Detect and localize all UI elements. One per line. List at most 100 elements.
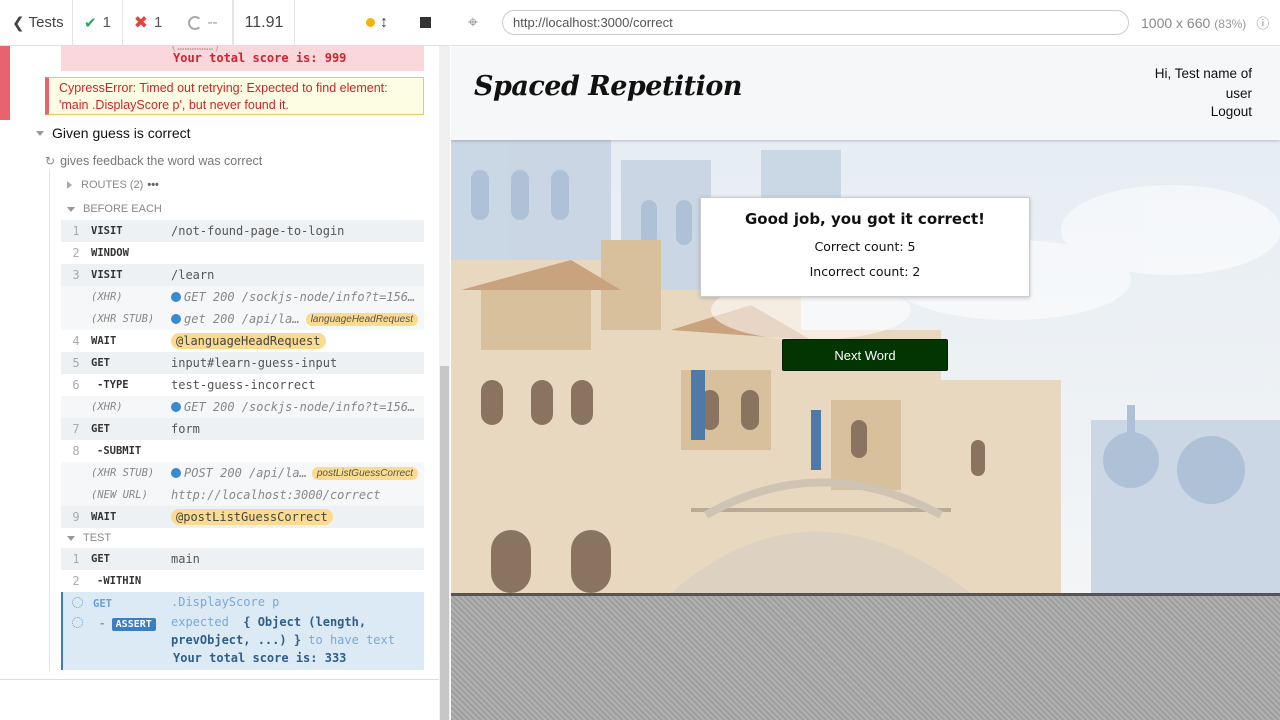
tests-label: Tests [28,14,64,31]
failed-number: 1 [153,14,163,31]
viewport-size: 1000 x 660 [1141,14,1211,31]
routes-toggle[interactable]: ROUTES (2) ••• [67,179,159,191]
command-row[interactable]: 1 GET main [61,548,424,570]
command-number: 1 [72,224,80,238]
command-row[interactable]: (NEW URL) http://localhost:3000/correct [61,484,424,506]
command-row[interactable]: 3 VISIT/learn [61,264,424,286]
cypress-error-box[interactable]: CypressError: Timed out retrying: Expect… [45,77,424,115]
command-row[interactable]: 2 -WITHIN [61,570,424,592]
logout-link[interactable]: Logout [1211,104,1252,119]
feedback-card: Good job, you got it correct! Correct co… [700,197,1030,297]
command-name: (XHR STUB) [91,313,155,325]
pending-spinner-icon [72,597,83,608]
command-row[interactable]: (XHR) GET 200 /sockjs-node/info?t=156… [61,396,424,418]
reporter-divider [0,679,439,680]
before-each-commands: 1 VISIT/not-found-page-to-login 2 WINDOW 3 VI… [61,220,424,528]
command-row[interactable]: 7 GET form [61,418,424,440]
command-message: GET 200 /sockjs-node/info?t=156… [171,400,424,414]
auto-scroll-toggle-icon[interactable]: ↕ [380,14,388,32]
run-controls: ↕ [295,0,449,46]
command-message-text: form [171,422,200,436]
route-alias-badge: languageHeadRequest [305,312,418,326]
expand-caret-icon [67,181,72,189]
command-message-text: /not-found-page-to-login [171,224,345,238]
command-message: GET 200 /sockjs-node/info?t=156… [171,290,424,304]
suite-title: Given guess is correct [52,125,191,141]
command-name: (XHR) [91,291,123,303]
alias-pill: @postListGuessCorrect [171,509,333,525]
assert-to-have-text: to have text [308,633,395,647]
command-message: test-guess-incorrect [171,378,424,392]
pending-ring-icon [187,15,202,30]
url-bar[interactable]: http://localhost:3000/correct [502,10,1129,35]
next-word-button[interactable]: Next Word [782,339,948,371]
command-row[interactable]: 1 VISIT/not-found-page-to-login [61,220,424,242]
info-icon[interactable]: ⓘ [1256,13,1269,32]
command-message: /learn [171,268,424,282]
command-name: (XHR) [91,401,123,413]
command-name: VISIT [91,269,123,281]
auto-scroll-dot-icon[interactable] [366,18,375,27]
command-row[interactable]: 8 -SUBMIT [61,440,424,462]
command-message-text: GET 200 /sockjs-node/info?t=156… [184,290,416,304]
viewport-overflow-area [451,593,1280,720]
xhr-status-dot-icon [171,314,181,324]
command-name: GET [91,423,110,435]
route-alias-badge: postListGuessCorrect [311,466,418,480]
command-row[interactable]: (XHR) GET 200 /sockjs-node/info?t=156… [61,286,424,308]
command-name: -TYPE [97,379,129,391]
feedback-title: Good job, you got it correct! [744,210,985,228]
before-each-hook-toggle[interactable]: BEFORE EACH [67,203,162,215]
failed-count: ✖ 1 [123,0,173,46]
x-icon: ✖ [133,12,148,32]
stop-button[interactable] [420,17,431,28]
command-row[interactable]: 4 WAIT @languageHeadRequest [61,330,424,352]
command-number: 2 [72,246,80,260]
assert-label: - ASSERT [99,618,156,631]
command-message-text: get 200 /api/la… [184,312,300,326]
collapse-caret-icon [36,130,44,136]
back-to-tests-button[interactable]: ❮ Tests [0,0,73,46]
command-number: 3 [72,268,80,282]
suite-title-row[interactable]: Given guess is correct [36,125,191,141]
command-message-text: /learn [171,268,215,282]
test-tree-line [49,170,50,670]
running-test-row[interactable]: ↻ gives feedback the word was correct [45,154,262,168]
command-message: form [171,422,424,436]
running-refresh-icon: ↻ [45,154,56,168]
command-row[interactable]: 5 GET input#learn-guess-input [61,352,424,374]
command-number: 4 [72,334,80,348]
command-message: http://localhost:3000/correct [171,488,424,502]
command-row[interactable]: (XHR STUB) POST 200 /api/la… postListGuess… [61,462,424,484]
reporter-header: ❮ Tests ✔ 1 ✖ 1 -- 11.91 ↕ [0,0,449,46]
assert-object-2: prevObject, ...) } [171,633,302,647]
command-number: 7 [72,422,80,436]
selector-playground-icon[interactable]: ⌖ [450,0,496,46]
command-message: input#learn-guess-input [171,356,424,370]
more-dots-icon: ••• [147,179,159,191]
user-greeting: Hi, Test name of user [1154,66,1252,101]
command-row[interactable]: 2 WINDOW [61,242,424,264]
incorrect-count: Incorrect count: 2 [809,264,921,279]
command-message: .DisplayScore p [171,595,280,609]
assert-object: { Object (length, [243,615,367,629]
command-message-text: main [171,552,200,566]
command-message-text: test-guess-incorrect [171,378,316,392]
command-row[interactable]: 9 WAIT @postListGuessCorrect [61,506,424,528]
command-message-text: input#learn-guess-input [171,356,338,370]
app-logo[interactable]: Spaced Repetition [474,71,743,102]
failed-test-indicator [0,46,10,120]
test-hook-toggle[interactable]: TEST [67,532,111,544]
reporter-scrollbar-thumb[interactable] [440,366,449,720]
command-name: GET [91,553,110,565]
collapse-caret-icon [67,206,75,212]
command-message-text: GET 200 /sockjs-node/info?t=156… [184,400,416,414]
command-row[interactable]: 6 -TYPE test-guess-incorrect [61,374,424,396]
command-number: 5 [72,356,80,370]
command-name: -SUBMIT [97,445,142,457]
pending-count: -- [173,0,233,46]
pending-command-block[interactable]: GET .DisplayScore p - ASSERT expected { … [61,592,424,670]
command-row[interactable]: (XHR STUB) get 200 /api/la… languageHeadRe… [61,308,424,330]
duration-text: 11.91 [244,13,284,31]
xhr-status-dot-icon [171,402,181,412]
